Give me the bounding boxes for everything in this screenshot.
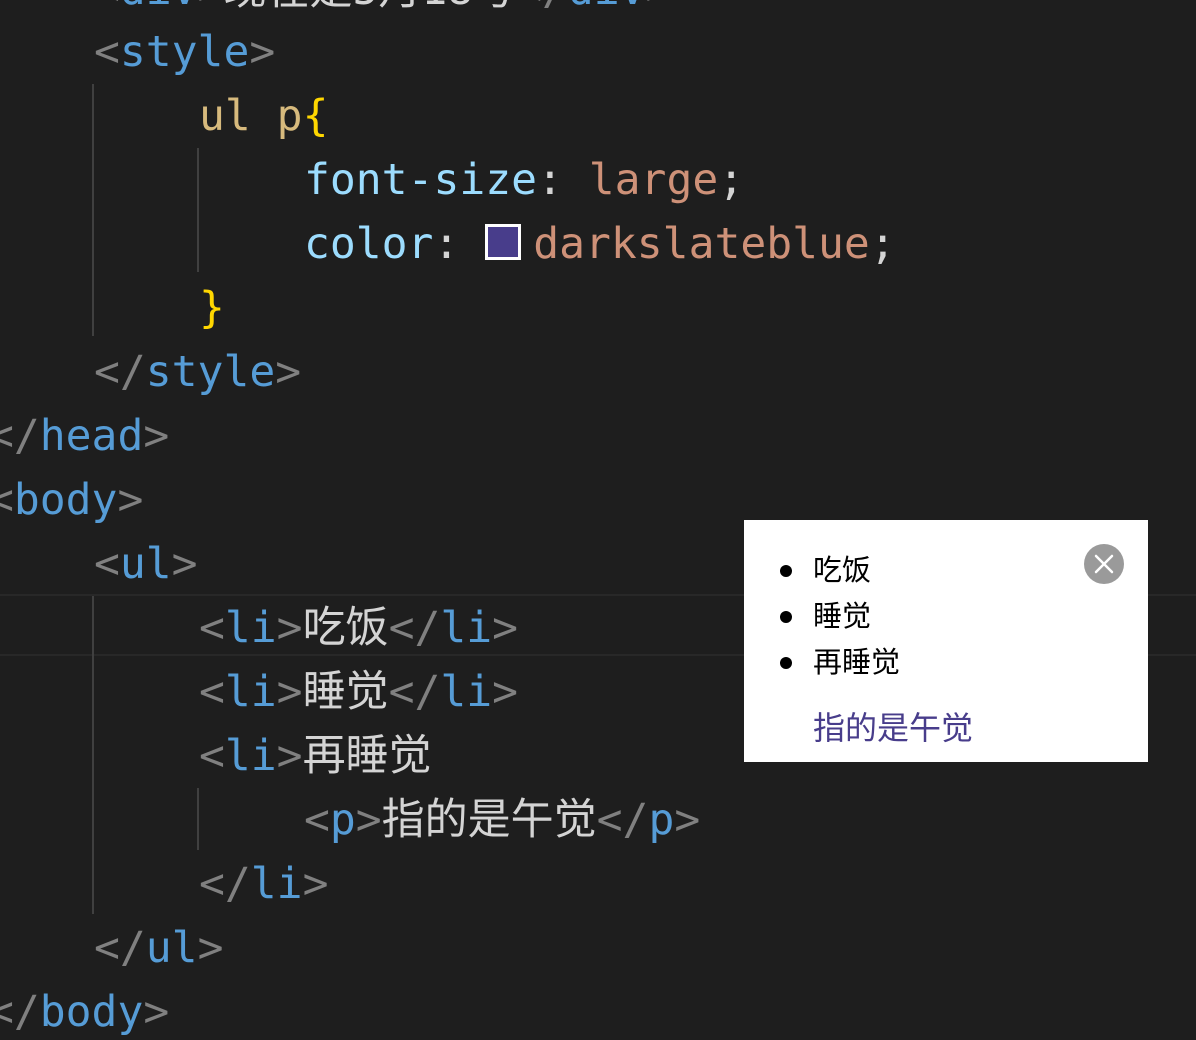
html-preview-popup: 吃饭 睡觉 再睡觉 指的是午觉	[744, 520, 1148, 762]
code-line-div: <div>现在是5月18号</div>	[94, 0, 671, 22]
code-line-close-brace: }	[199, 283, 225, 333]
indent-guide	[92, 84, 94, 336]
code-line-li-1: <li>吃饭</li>	[199, 603, 519, 653]
indent-guide	[92, 596, 94, 914]
code-line-head-close: </head>	[0, 411, 170, 461]
code-line-body-close: </body>	[0, 987, 170, 1037]
code-line-style-open: <style>	[94, 27, 276, 77]
indent-guide	[197, 788, 199, 850]
code-line-body-open: <body>	[0, 475, 144, 525]
code-line-li-close: </li>	[199, 859, 329, 909]
code-line-li-2: <li>睡觉</li>	[199, 667, 519, 717]
code-line-selector: ul p{	[199, 91, 329, 141]
preview-paragraph: 指的是午觉	[813, 709, 974, 747]
code-line-p: <p>指的是午觉</p>	[304, 795, 701, 845]
bullet-icon	[780, 657, 792, 669]
close-icon	[1094, 554, 1114, 574]
code-line-style-close: </style>	[94, 347, 302, 397]
code-line-ul-close: </ul>	[94, 923, 224, 973]
code-line-ul-open: <ul>	[94, 539, 198, 589]
code-line-li-3: <li>再睡觉	[199, 731, 432, 781]
color-swatch[interactable]	[485, 224, 522, 260]
code-line-font-size: font-size: large;	[304, 155, 745, 205]
indent-guide	[197, 148, 199, 272]
code-editor[interactable]: <div>现在是5月18号</div> <style> ul p{ font-s…	[0, 0, 1196, 1040]
bullet-icon	[780, 565, 792, 577]
bullet-icon	[780, 611, 792, 623]
close-button[interactable]	[1084, 544, 1124, 584]
code-line-color: color: darkslateblue;	[304, 219, 896, 269]
